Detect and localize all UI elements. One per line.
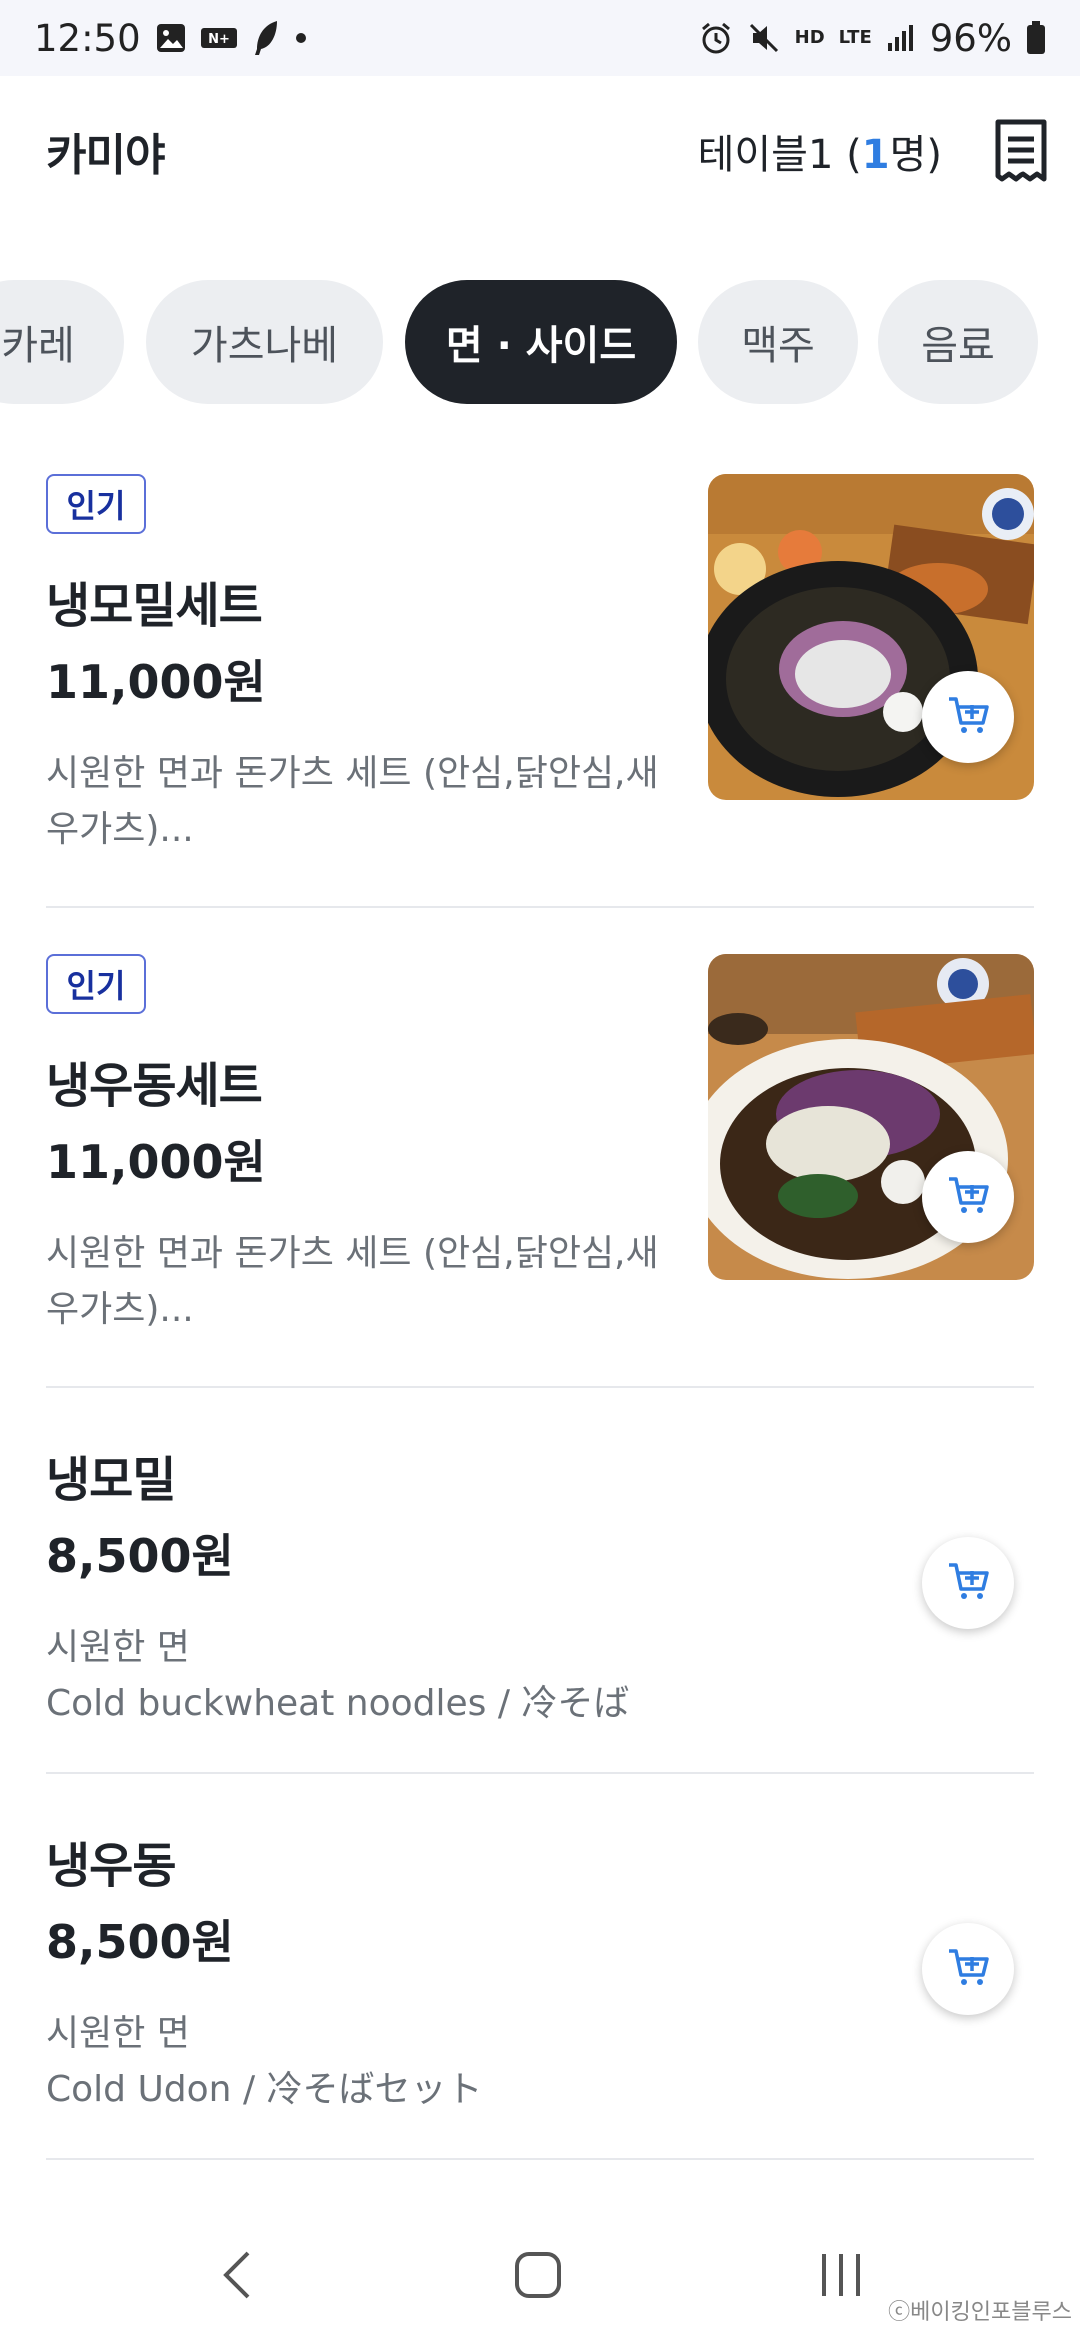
recent-apps-icon[interactable] (806, 2240, 876, 2310)
cart-plus-icon (947, 1175, 989, 1219)
naver-icon: N+ (200, 18, 237, 58)
feather-icon (251, 18, 281, 58)
add-to-cart-button[interactable] (922, 671, 1014, 763)
item-description: 시원한 면과 돈가츠 세트 (안심,닭안심,새우가츠)... (46, 753, 659, 850)
signal-icon (886, 18, 916, 58)
menu-item[interactable]: 인기 냉우동세트 11,000원 시원한 면과 돈가츠 세트 (안심,닭안심,새… (46, 908, 1034, 1388)
item-price: 8,500원 (46, 1915, 234, 1969)
add-to-cart-button[interactable] (922, 1151, 1014, 1243)
menu-item[interactable]: 냉모밀 8,500원 시원한 면 Cold buckwheat noodles … (46, 1388, 1034, 1774)
add-to-cart-button[interactable] (922, 1537, 1014, 1629)
table-suffix: 명) (889, 132, 942, 178)
table-info[interactable]: 테이블1 (1명) (698, 122, 942, 180)
party-count: 1 (861, 132, 890, 178)
popular-badge: 인기 (46, 954, 146, 1014)
item-name: 냉모밀 (46, 1452, 176, 1508)
item-name: 냉우동세트 (46, 1058, 263, 1114)
item-description: 시원한 면 Cold buckwheat noodles / 冷そば (46, 1620, 746, 1732)
app-header: 카미야 테이블1 (1명) (0, 76, 1080, 226)
alarm-icon (699, 18, 733, 58)
battery-level: 96% (929, 16, 1012, 60)
menu-item[interactable]: 냉우동 8,500원 시원한 면 Cold Udon / 冷そばセット (46, 1774, 1034, 2160)
status-bar: 12:50 N+ HD LTE 96% (0, 0, 1080, 76)
clock: 12:50 (34, 16, 141, 60)
table-label: 테이블1 ( (697, 132, 862, 178)
cart-plus-icon (947, 1947, 989, 1991)
store-name: 카미야 (46, 130, 165, 181)
hd-voice-indicator: HD (794, 27, 825, 48)
cart-plus-icon (947, 695, 989, 739)
popular-badge: 인기 (46, 474, 146, 534)
mute-icon (747, 18, 781, 58)
description-line: Cold Udon / 冷そばセット (46, 2069, 483, 2110)
gallery-icon (155, 18, 187, 58)
battery-icon (1026, 18, 1046, 58)
tab-katsunabe[interactable]: 가츠나베 (146, 280, 383, 404)
item-description: 시원한 면 Cold Udon / 冷そばセット (46, 2006, 746, 2118)
tab-drinks[interactable]: 음료 (878, 280, 1038, 404)
add-to-cart-button[interactable] (922, 1923, 1014, 2015)
description-line: Cold buckwheat noodles / 冷そば (46, 1683, 630, 1724)
menu-list: 인기 냉모밀세트 11,000원 시원한 면과 돈가츠 세트 (안심,닭안심,새… (46, 450, 1034, 2160)
description-line: 시원한 면 (46, 2013, 190, 2054)
watermark: ⓒ베이킹인포블루스 (888, 2294, 1072, 2326)
item-name: 냉모밀세트 (46, 578, 263, 634)
dot-icon (295, 18, 307, 58)
tab-curry[interactable]: 카레 (0, 280, 124, 404)
tab-noodles-side[interactable]: 면 · 사이드 (405, 280, 677, 404)
back-icon[interactable] (202, 2240, 272, 2310)
category-tabs: 카레 가츠나베 면 · 사이드 맥주 음료 (0, 280, 1080, 404)
svg-text:N+: N+ (208, 32, 230, 47)
item-price: 11,000원 (46, 1135, 266, 1189)
lte-indicator: LTE (838, 27, 872, 48)
menu-item[interactable]: 인기 냉모밀세트 11,000원 시원한 면과 돈가츠 세트 (안심,닭안심,새… (46, 450, 1034, 908)
item-name: 냉우동 (46, 1838, 176, 1894)
cart-plus-icon (947, 1561, 989, 1605)
receipt-icon[interactable] (994, 119, 1048, 183)
item-price: 11,000원 (46, 655, 266, 709)
system-nav-bar: ⓒ베이킹인포블루스 (0, 2200, 1080, 2340)
home-icon[interactable] (503, 2240, 573, 2310)
item-description: 시원한 면과 돈가츠 세트 (안심,닭안심,새우가츠)... (46, 1233, 659, 1330)
tab-beer[interactable]: 맥주 (698, 280, 858, 404)
item-price: 8,500원 (46, 1529, 234, 1583)
description-line: 시원한 면 (46, 1627, 190, 1668)
